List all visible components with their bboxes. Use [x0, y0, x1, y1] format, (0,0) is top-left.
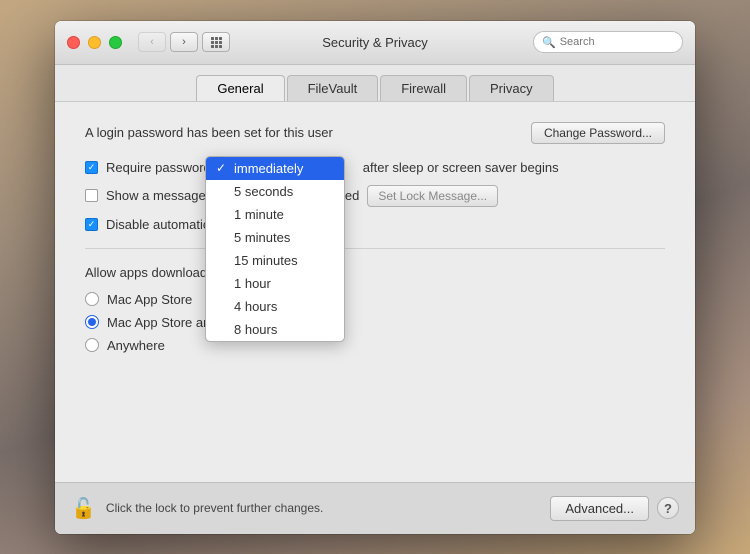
require-password-label-after: after sleep or screen saver begins	[363, 160, 559, 175]
search-input[interactable]	[560, 36, 674, 48]
radio-identified-developers-btn[interactable]	[85, 315, 99, 329]
allow-apps-label: Allow apps downloaded from:	[85, 265, 665, 280]
advanced-button[interactable]: Advanced...	[550, 496, 649, 521]
radio-mac-app-store-label: Mac App Store	[107, 292, 192, 307]
tab-filevault[interactable]: FileVault	[287, 75, 379, 101]
dropdown-item-15minutes[interactable]: 15 minutes	[206, 249, 344, 272]
show-message-checkbox[interactable]	[85, 189, 98, 202]
radio-identified-developers: Mac App Store and identified developers	[85, 315, 665, 330]
show-message-row: Show a message when the screen is locked…	[85, 185, 665, 207]
tab-privacy[interactable]: Privacy	[469, 75, 554, 101]
nav-buttons: ‹ ›	[138, 32, 198, 52]
password-timing-dropdown[interactable]: immediately 5 seconds 1 minute 5 minutes…	[205, 156, 345, 342]
divider	[85, 248, 665, 249]
radio-mac-app-store: Mac App Store	[85, 292, 665, 307]
lock-text: Click the lock to prevent further change…	[106, 501, 323, 515]
dropdown-item-1minute[interactable]: 1 minute	[206, 203, 344, 226]
bottom-right-buttons: Advanced... ?	[550, 496, 679, 521]
search-icon: 🔍	[542, 36, 556, 49]
tab-general[interactable]: General	[196, 75, 284, 101]
dropdown-item-8hours[interactable]: 8 hours	[206, 318, 344, 341]
tab-firewall[interactable]: Firewall	[380, 75, 467, 101]
login-password-text: A login password has been set for this u…	[85, 125, 333, 140]
minimize-button[interactable]	[88, 36, 101, 49]
grid-button[interactable]	[202, 32, 230, 52]
disable-auto-login-row: Disable automatic login	[85, 217, 665, 232]
disable-auto-login-checkbox[interactable]	[85, 218, 98, 231]
dropdown-item-1hour[interactable]: 1 hour	[206, 272, 344, 295]
radio-anywhere-label: Anywhere	[107, 338, 165, 353]
set-lock-message-button[interactable]: Set Lock Message...	[367, 185, 498, 207]
login-password-row: A login password has been set for this u…	[85, 122, 665, 144]
require-password-checkbox[interactable]	[85, 161, 98, 174]
require-password-label-before: Require password	[106, 160, 211, 175]
traffic-lights	[67, 36, 122, 49]
dropdown-item-immediately[interactable]: immediately	[206, 157, 344, 180]
change-password-button[interactable]: Change Password...	[531, 122, 665, 144]
dropdown-item-5minutes[interactable]: 5 minutes	[206, 226, 344, 249]
dropdown-item-5seconds[interactable]: 5 seconds	[206, 180, 344, 203]
help-button[interactable]: ?	[657, 497, 679, 519]
radio-anywhere-btn[interactable]	[85, 338, 99, 352]
bottom-bar: 🔓 Click the lock to prevent further chan…	[55, 482, 695, 534]
maximize-button[interactable]	[109, 36, 122, 49]
preferences-window: ‹ › Security & Privacy 🔍 General FileVau…	[55, 21, 695, 534]
radio-anywhere: Anywhere	[85, 338, 665, 353]
radio-mac-app-store-btn[interactable]	[85, 292, 99, 306]
window-title: Security & Privacy	[322, 35, 427, 50]
dropdown-item-4hours[interactable]: 4 hours	[206, 295, 344, 318]
lock-icon[interactable]: 🔓	[71, 496, 96, 521]
titlebar: ‹ › Security & Privacy 🔍	[55, 21, 695, 65]
tabs-row: General FileVault Firewall Privacy	[55, 65, 695, 102]
back-button[interactable]: ‹	[138, 32, 166, 52]
forward-button[interactable]: ›	[170, 32, 198, 52]
search-bar[interactable]: 🔍	[533, 31, 683, 53]
grid-icon	[211, 37, 222, 48]
content-area: A login password has been set for this u…	[55, 102, 695, 482]
require-password-row: Require password immediately 5 seconds 1…	[85, 160, 665, 175]
close-button[interactable]	[67, 36, 80, 49]
